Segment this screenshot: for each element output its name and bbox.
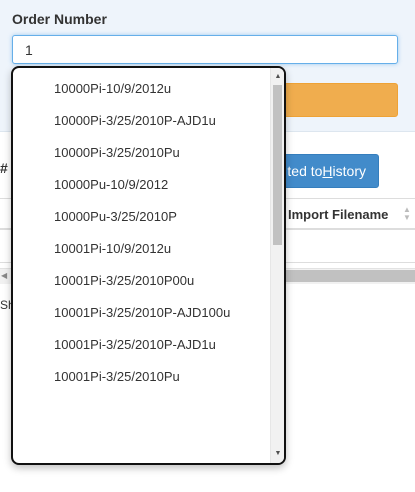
sort-arrows-icon[interactable]: ▲ ▼ [402, 206, 412, 222]
history-button-access-key: H [322, 163, 333, 179]
column-header-import-filename[interactable]: Import Filename [288, 207, 388, 222]
order-number-label: Order Number [12, 11, 107, 27]
autocomplete-item[interactable]: 10000Pu-3/25/2010P [13, 201, 271, 233]
triangle-left-icon[interactable]: ◀ [1, 271, 7, 280]
order-number-input[interactable] [12, 35, 398, 64]
autocomplete-item[interactable]: 10000Pu-10/9/2012 [13, 169, 271, 201]
orange-action-button[interactable] [270, 83, 398, 117]
autocomplete-list: 10000Pi-10/9/2012u 10000Pi-3/25/2010P-AJ… [13, 73, 271, 393]
autocomplete-item[interactable]: 10001Pi-3/25/2010P-AJD1u [13, 329, 271, 361]
history-button-rest: istory [332, 163, 366, 179]
history-button-prefix: ted to [287, 163, 323, 179]
autocomplete-dropdown: 10000Pi-10/9/2012u 10000Pi-3/25/2010P-AJ… [11, 66, 286, 465]
autocomplete-item[interactable]: 10001Pi-3/25/2010P00u [13, 265, 271, 297]
triangle-up-icon[interactable]: ▲ [271, 71, 284, 83]
autocomplete-item[interactable]: 10001Pi-10/9/2012u [13, 233, 271, 265]
autocomplete-item[interactable]: 10001Pi-3/25/2010Pu [13, 361, 271, 393]
triangle-down-icon[interactable]: ▼ [271, 448, 284, 460]
dropdown-scrollbar[interactable]: ▲ ▼ [270, 68, 284, 463]
autocomplete-item[interactable]: 10001Pi-3/25/2010P-AJD100u [13, 297, 271, 329]
autocomplete-item[interactable]: 10000Pi-3/25/2010Pu [13, 137, 271, 169]
dropdown-scrollbar-thumb[interactable] [273, 85, 282, 245]
autocomplete-item[interactable]: 10000Pi-10/9/2012u [13, 73, 271, 105]
autocomplete-item[interactable]: 10000Pi-3/25/2010P-AJD1u [13, 105, 271, 137]
hash-label-fragment: # [0, 160, 8, 176]
